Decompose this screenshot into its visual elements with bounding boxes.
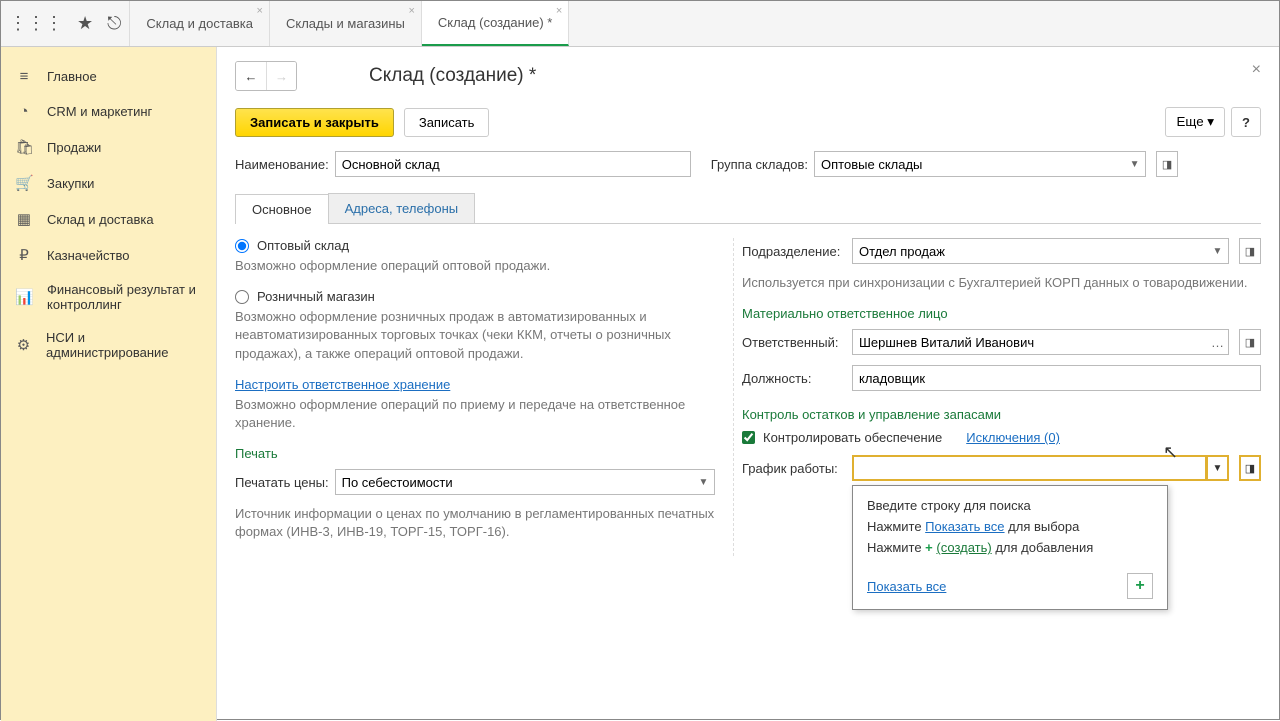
retail-hint: Возможно оформление розничных продаж в а… [235, 308, 715, 363]
responsible-ellipsis[interactable]: … [1207, 329, 1229, 355]
close-page-button[interactable]: × [1252, 61, 1261, 79]
topbar-icon-group: ⋮⋮⋮ ★ ⎋ [1, 1, 130, 46]
exceptions-link[interactable]: Исключения (0) [966, 430, 1060, 445]
division-input[interactable] [852, 238, 1207, 264]
popup-showall-link[interactable]: Показать все [925, 519, 1004, 534]
group-dropdown-button[interactable]: ▼ [1124, 151, 1146, 177]
sidebar-item-label: Казначейство [47, 248, 129, 263]
schedule-input[interactable] [852, 455, 1207, 481]
division-hint: Используется при синхронизации с Бухгалт… [742, 274, 1261, 292]
custody-hint: Возможно оформление операций по приему и… [235, 396, 715, 432]
wholesale-radio[interactable] [235, 239, 249, 253]
name-label: Наименование: [235, 157, 329, 172]
sidebar: ≡ Главное ◔ CRM и маркетинг 🛍 Продажи 🛒 Заку… [1, 47, 217, 721]
popup-hint-search: Введите строку для поиска [867, 498, 1153, 513]
help-button[interactable]: ? [1231, 107, 1261, 137]
stock-section: Контроль остатков и управление запасами [742, 407, 1261, 422]
tab-main[interactable]: Основное [235, 194, 329, 224]
sidebar-item-sales[interactable]: 🛍 Продажи [1, 129, 216, 165]
back-button[interactable]: ← [236, 62, 266, 90]
sidebar-item-label: НСИ и администрирование [46, 330, 202, 360]
forward-button[interactable]: → [266, 62, 296, 90]
sidebar-item-label: Продажи [47, 140, 101, 155]
more-button[interactable]: Еще ▾ [1165, 107, 1225, 137]
retail-radio[interactable] [235, 290, 249, 304]
crm-icon: ◔ [15, 103, 33, 120]
print-section-title: Печать [235, 446, 715, 461]
name-input[interactable] [335, 151, 691, 177]
position-input[interactable] [852, 365, 1261, 391]
close-icon[interactable]: × [556, 5, 562, 17]
tab-label: Склад и доставка [146, 16, 253, 31]
division-dropdown[interactable]: ▼ [1207, 238, 1229, 264]
control-label: Контролировать обеспечение [763, 430, 942, 445]
sidebar-item-label: CRM и маркетинг [47, 104, 152, 119]
star-icon[interactable]: ★ [77, 13, 93, 34]
print-hint: Источник информации о ценах по умолчанию… [235, 505, 715, 541]
schedule-dropdown[interactable]: ▼ [1207, 455, 1229, 481]
sidebar-item-finance[interactable]: 📊 Финансовый результат и контроллинг [1, 273, 216, 321]
responsible-input[interactable] [852, 329, 1207, 355]
wholesale-hint: Возможно оформление операций оптовой про… [235, 257, 715, 275]
print-prices-input[interactable] [335, 469, 693, 495]
popup-footer-showall[interactable]: Показать все [867, 579, 946, 594]
tab-warehouse-delivery[interactable]: Склад и доставка × [130, 1, 270, 46]
history-icon[interactable]: ⎋ [107, 13, 121, 34]
sidebar-item-label: Финансовый результат и контроллинг [47, 282, 202, 312]
responsible-section: Материально ответственное лицо [742, 306, 1261, 321]
tab-warehouses-stores[interactable]: Склады и магазины × [270, 1, 422, 46]
close-icon[interactable]: × [408, 5, 414, 17]
position-label: Должность: [742, 371, 846, 386]
sidebar-item-crm[interactable]: ◔ CRM и маркетинг [1, 94, 216, 129]
chart-icon: 📊 [15, 288, 33, 306]
print-prices-dropdown[interactable]: ▼ [693, 469, 715, 495]
grid-icon: ▦ [15, 210, 33, 228]
page-title: Склад (создание) * [369, 65, 536, 87]
bag-icon: 🛍 [15, 138, 33, 156]
group-input[interactable] [814, 151, 1124, 177]
popup-hint-showall: Нажмите Показать все для выбора [867, 519, 1153, 534]
close-icon[interactable]: × [257, 5, 263, 17]
save-close-button[interactable]: Записать и закрыть [235, 108, 394, 137]
apps-icon[interactable]: ⋮⋮⋮ [9, 13, 63, 34]
ruble-icon: ₽ [15, 246, 33, 264]
cart-icon: 🛒 [15, 174, 33, 192]
tab-label: Склад (создание) * [438, 15, 552, 30]
nav-arrows: ← → [235, 61, 297, 91]
schedule-dropdown-popup: Введите строку для поиска Нажмите Показа… [852, 485, 1168, 610]
group-open-button[interactable]: ◨ [1156, 151, 1178, 177]
popup-hint-create: Нажмите + (создать) для добавления [867, 540, 1153, 555]
tab-addresses[interactable]: Адреса, телефоны [328, 193, 476, 223]
sidebar-item-admin[interactable]: ⚙ НСИ и администрирование [1, 321, 216, 369]
schedule-open[interactable]: ◨ [1239, 455, 1261, 481]
top-tab-bar: ⋮⋮⋮ ★ ⎋ Склад и доставка × Склады и мага… [1, 1, 1279, 47]
responsible-open[interactable]: ◨ [1239, 329, 1261, 355]
custody-link[interactable]: Настроить ответственное хранение [235, 377, 450, 392]
tab-label: Склады и магазины [286, 16, 405, 31]
division-label: Подразделение: [742, 244, 846, 259]
sidebar-item-treasury[interactable]: ₽ Казначейство [1, 237, 216, 273]
responsible-label: Ответственный: [742, 335, 846, 350]
schedule-label: График работы: [742, 461, 846, 476]
group-label: Группа складов: [711, 157, 808, 172]
sidebar-item-main[interactable]: ≡ Главное [1, 59, 216, 94]
sidebar-item-purchases[interactable]: 🛒 Закупки [1, 165, 216, 201]
sidebar-item-label: Главное [47, 69, 97, 84]
sidebar-item-warehouse[interactable]: ▦ Склад и доставка [1, 201, 216, 237]
menu-icon: ≡ [15, 68, 33, 85]
division-open[interactable]: ◨ [1239, 238, 1261, 264]
sidebar-item-label: Закупки [47, 176, 94, 191]
gear-icon: ⚙ [15, 336, 32, 354]
wholesale-label: Оптовый склад [257, 238, 349, 253]
save-button[interactable]: Записать [404, 108, 490, 137]
control-checkbox[interactable] [742, 431, 755, 444]
print-prices-label: Печатать цены: [235, 475, 329, 490]
retail-label: Розничный магазин [257, 289, 375, 304]
sidebar-item-label: Склад и доставка [47, 212, 154, 227]
popup-add-button[interactable]: + [1127, 573, 1153, 599]
tab-warehouse-create[interactable]: Склад (создание) * × [422, 1, 569, 46]
popup-create-link[interactable]: (создать) [936, 540, 991, 555]
plus-icon: + [925, 540, 933, 555]
